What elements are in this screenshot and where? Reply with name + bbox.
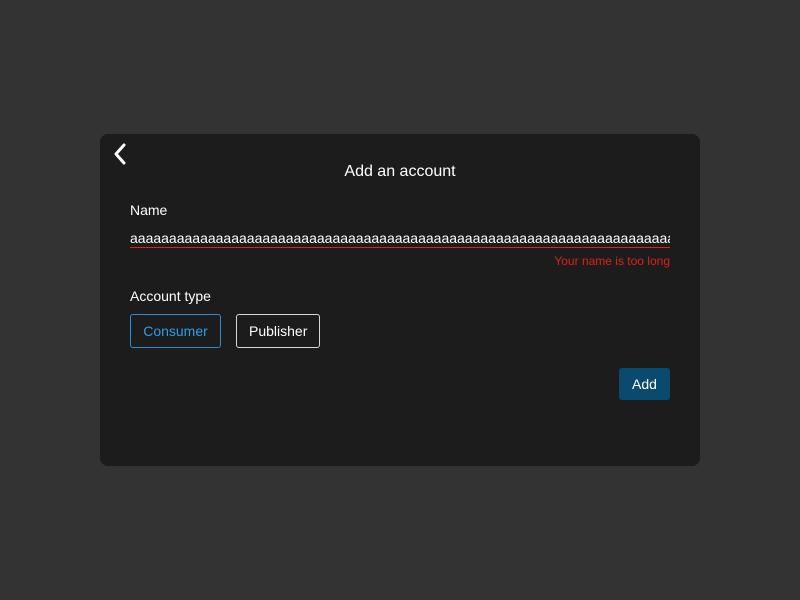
account-type-label: Account type [130, 288, 211, 304]
dialog-title: Add an account [344, 163, 456, 180]
chevron-left-icon [114, 143, 126, 165]
name-label: Name [130, 202, 168, 218]
publisher-option-button[interactable]: Publisher [236, 314, 320, 348]
name-error-message: Your name is too long [554, 254, 670, 268]
name-input[interactable] [130, 228, 670, 248]
add-button[interactable]: Add [619, 368, 670, 400]
add-account-dialog: Add an account Name Your name is too lon… [100, 134, 700, 466]
consumer-option-button[interactable]: Consumer [130, 314, 221, 348]
